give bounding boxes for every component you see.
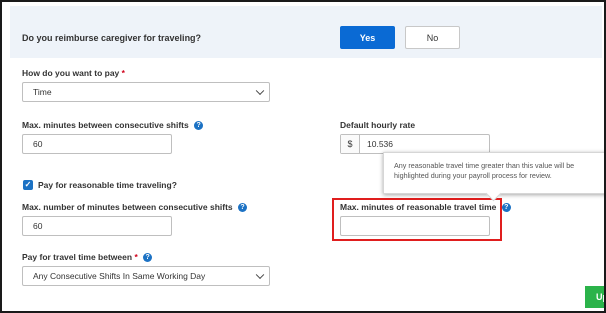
hourly-rate-input[interactable]: $ 10.536: [340, 134, 490, 154]
max-minutes-shifts-value: 60: [33, 139, 43, 149]
tooltip-text: Any reasonable travel time greater than …: [394, 161, 575, 180]
travel-between-label: Pay for travel time between * ?: [22, 252, 153, 263]
tooltip: Any reasonable travel time greater than …: [383, 152, 604, 202]
max-number-minutes-input[interactable]: 60: [22, 216, 172, 236]
pay-method-label: How do you want to pay *: [22, 68, 125, 78]
max-minutes-shifts-input[interactable]: 60: [22, 134, 172, 154]
max-number-minutes-label-text: Max. number of minutes between consecuti…: [22, 202, 233, 212]
help-icon[interactable]: ?: [143, 253, 153, 263]
pay-method-select[interactable]: Time: [22, 82, 270, 102]
help-icon[interactable]: ?: [238, 203, 248, 213]
travel-between-value: Any Consecutive Shifts In Same Working D…: [33, 271, 206, 281]
reimburse-row: [10, 6, 602, 58]
chevron-down-icon: [255, 86, 265, 96]
max-number-minutes-value: 60: [33, 221, 43, 231]
help-icon[interactable]: ?: [194, 121, 204, 131]
pay-reasonable-label: Pay for reasonable time traveling?: [38, 180, 177, 190]
travel-between-label-text: Pay for travel time between: [22, 252, 133, 262]
hourly-rate-value: 10.536: [367, 139, 393, 149]
chevron-down-icon: [255, 270, 265, 280]
no-button[interactable]: No: [405, 26, 460, 49]
hourly-rate-label: Default hourly rate: [340, 120, 416, 130]
required-mark: *: [134, 252, 138, 262]
help-icon[interactable]: ?: [501, 203, 511, 213]
reimburse-question: Do you reimburse caregiver for traveling…: [22, 33, 202, 43]
pay-reasonable-checkbox[interactable]: ✓: [23, 180, 33, 190]
travel-between-select[interactable]: Any Consecutive Shifts In Same Working D…: [22, 266, 270, 286]
max-minutes-shifts-label-text: Max. minutes between consecutive shifts: [22, 120, 189, 130]
pay-method-label-text: How do you want to pay: [22, 68, 120, 78]
max-number-minutes-label: Max. number of minutes between consecuti…: [22, 202, 248, 213]
pay-method-value: Time: [33, 87, 52, 97]
update-button[interactable]: Up: [585, 286, 604, 308]
required-mark: *: [121, 68, 125, 78]
highlight-box: [332, 198, 502, 241]
form-frame: Do you reimburse caregiver for traveling…: [0, 0, 606, 313]
yes-button[interactable]: Yes: [340, 26, 395, 49]
max-minutes-shifts-label: Max. minutes between consecutive shifts …: [22, 120, 204, 131]
currency-prefix: $: [341, 135, 360, 153]
